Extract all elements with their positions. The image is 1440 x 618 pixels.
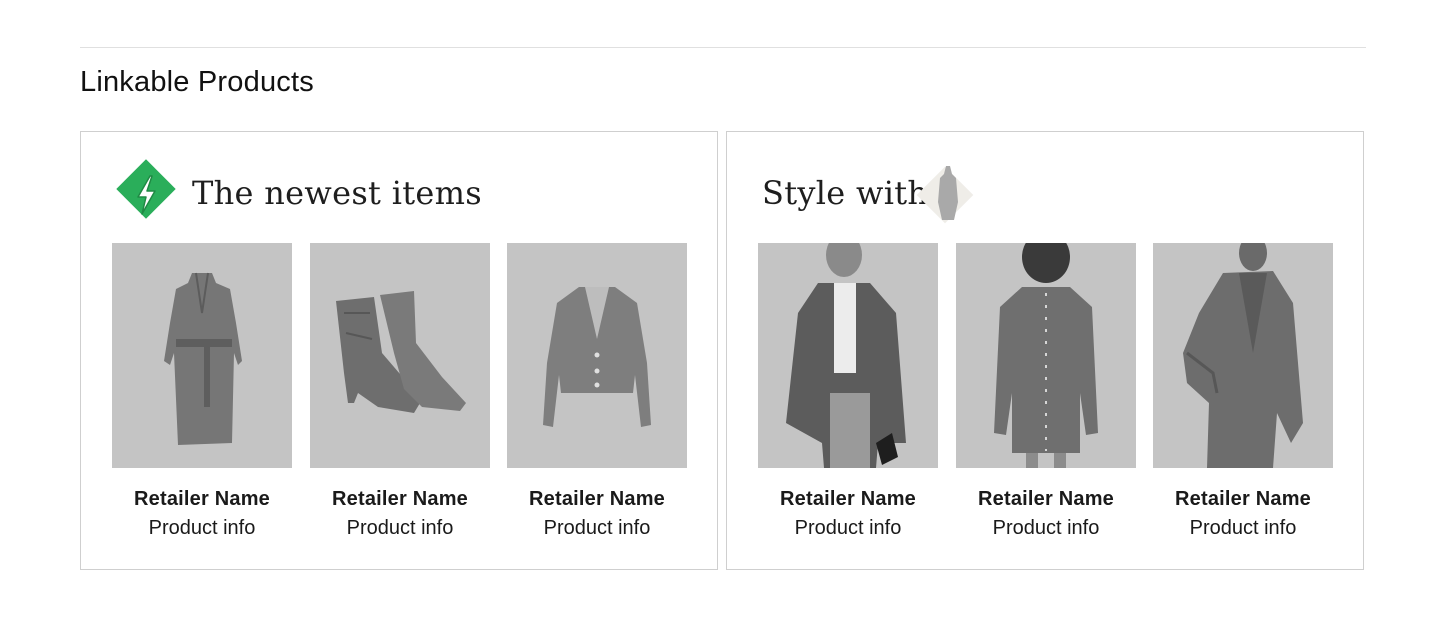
card-header: Style with [727,162,1363,232]
retailer-name[interactable]: Retailer Name [1153,488,1333,511]
retailer-name[interactable]: Retailer Name [310,488,490,511]
section-title: Linkable Products [80,66,314,98]
newest-items-card: The newest items Retailer Name Product i… [80,131,718,570]
retailer-name[interactable]: Retailer Name [112,488,292,511]
product-tile[interactable]: Retailer Name Product info [758,243,938,540]
product-info: Product info [992,517,1100,539]
retailer-name[interactable]: Retailer Name [507,488,687,511]
card-header: The newest items [81,159,717,232]
top-divider [80,47,1366,48]
product-image-model-denim-dress[interactable] [956,243,1136,468]
product-tile[interactable]: Retailer Name Product info [507,243,687,540]
product-tile[interactable]: Retailer Name Product info [310,243,490,540]
lightning-bolt-icon [137,175,156,215]
style-with-card: Style with Retailer Name Product info Re… [726,131,1364,570]
retailer-name[interactable]: Retailer Name [956,488,1136,511]
card-heading: Style with [762,174,929,212]
product-image-trench-coat[interactable] [112,243,292,468]
product-info: Product info [1189,517,1297,539]
product-image-model-suit-blazer[interactable] [1153,243,1333,468]
card-heading: The newest items [192,174,482,212]
product-info: Product info [346,517,454,539]
product-image-model-tweed-blazer[interactable] [758,243,938,468]
product-tile[interactable]: Retailer Name Product info [956,243,1136,540]
product-info: Product info [148,517,256,539]
product-image-cardigan[interactable] [507,243,687,468]
product-tile[interactable]: Retailer Name Product info [1153,243,1333,540]
retailer-name[interactable]: Retailer Name [758,488,938,511]
dress-thumbnail-icon [938,166,958,220]
product-image-suede-western-boots[interactable] [310,243,490,468]
product-info: Product info [794,517,902,539]
product-info: Product info [543,517,651,539]
product-tile[interactable]: Retailer Name Product info [112,243,292,540]
